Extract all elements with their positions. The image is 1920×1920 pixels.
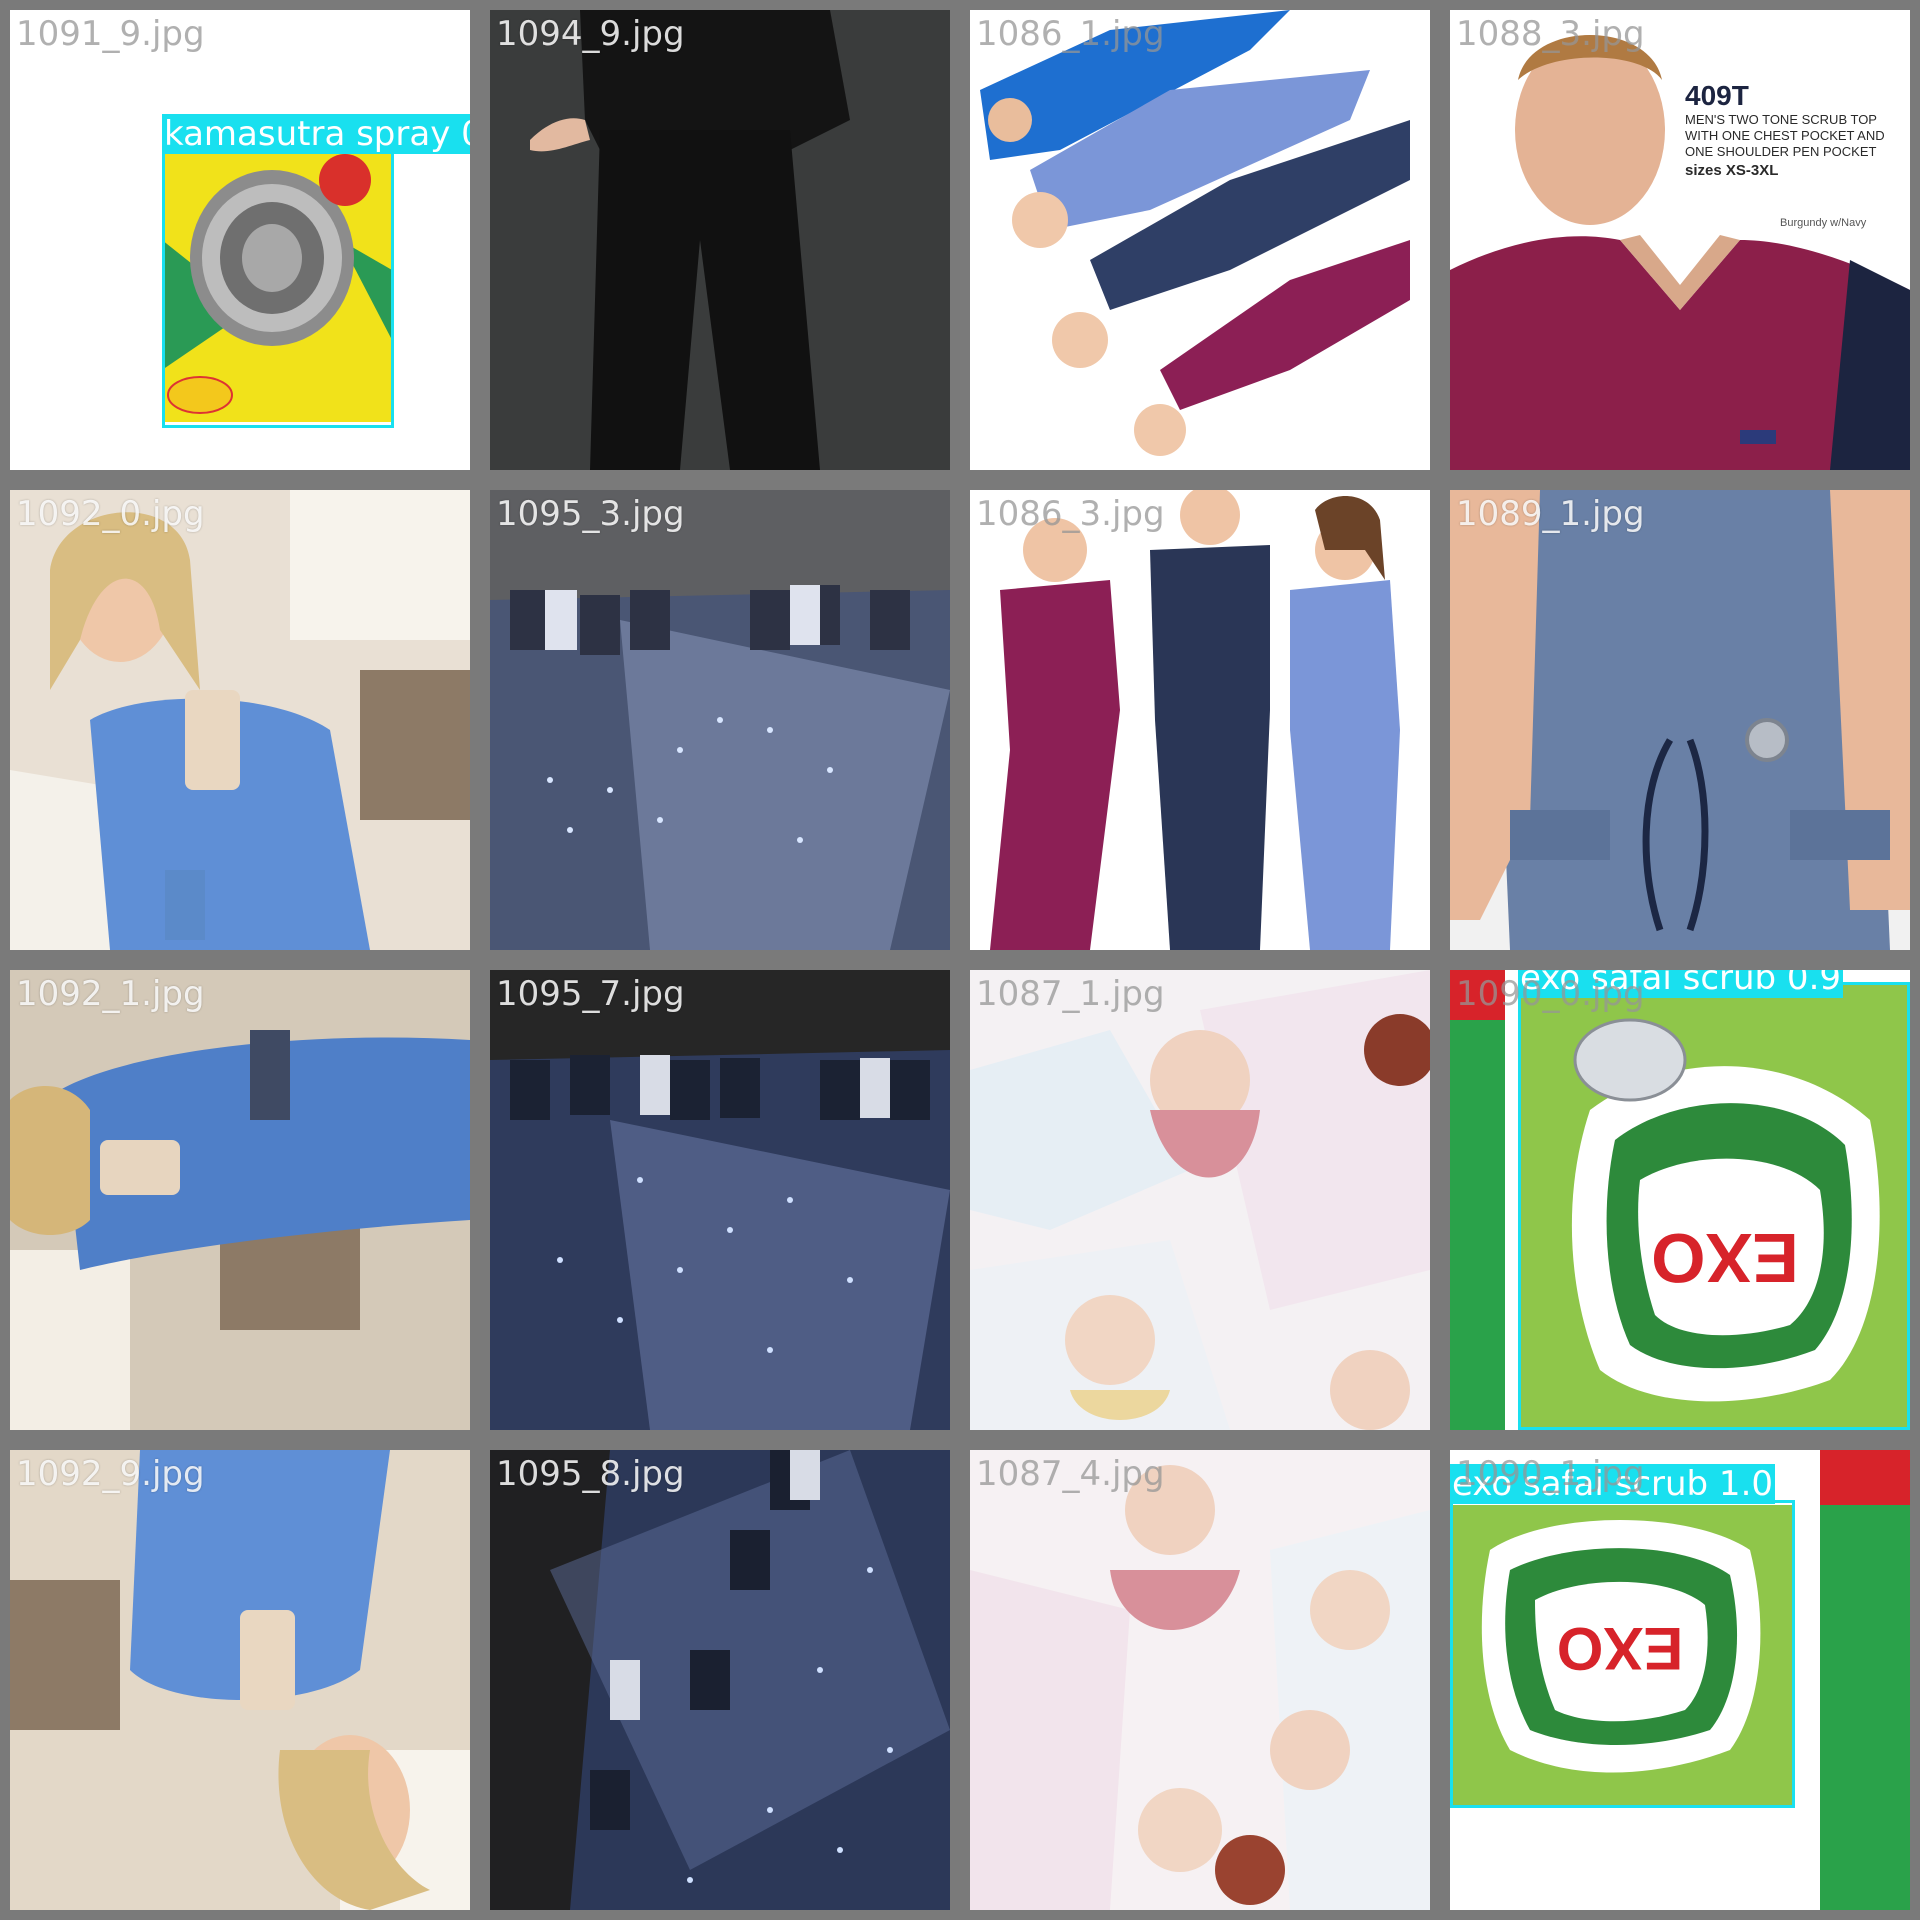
tile-filename: 1095_3.jpg (496, 494, 685, 534)
image-tile[interactable]: 1086_1.jpg (970, 10, 1430, 470)
ad-sizes: sizes XS-3XL (1685, 162, 1779, 179)
tile-filename: 1089_1.jpg (1456, 494, 1645, 534)
tile-filename: 1091_9.jpg (16, 14, 205, 54)
tile-filename: 1087_1.jpg (976, 974, 1165, 1014)
tile-filename: 1086_1.jpg (976, 14, 1165, 54)
group-in-white-shirts-rotated-photo (970, 970, 1430, 1430)
image-tile[interactable]: 1095_3.jpg (490, 490, 950, 950)
image-tile[interactable]: 1092_1.jpg (10, 970, 470, 1430)
image-tile[interactable]: 1086_3.jpg (970, 490, 1430, 950)
tile-filename: 1094_9.jpg (496, 14, 685, 54)
woman-blue-scrubs-selfie-photo (10, 490, 470, 950)
ad-model: 409T (1685, 80, 1749, 111)
image-tile[interactable]: EXO exo safai scrub 1.0 1090_1.jpg (1450, 1450, 1910, 1910)
woman-blue-scrubs-rotated-photo (10, 970, 470, 1430)
image-tile[interactable]: 1094_9.jpg (490, 10, 950, 470)
tile-filename: 1090_1.jpg (1456, 1454, 1645, 1494)
black-scrubs-photo (490, 10, 950, 470)
tile-filename: 1086_3.jpg (976, 494, 1165, 534)
ad-desc-3: ONE SHOULDER PEN POCKET (1685, 144, 1877, 159)
tile-filename: 1092_1.jpg (16, 974, 205, 1014)
tile-filename: 1090_0.jpg (1456, 974, 1645, 1014)
tile-filename: 1095_8.jpg (496, 1454, 685, 1494)
tile-filename: 1088_3.jpg (1456, 14, 1645, 54)
image-tile[interactable]: 1092_9.jpg (10, 1450, 470, 1910)
image-tile[interactable]: 1092_0.jpg (10, 490, 470, 950)
detection-label: kamasutra spray 0.3 (162, 114, 470, 154)
ad-desc-2: WITH ONE CHEST POCKET AND (1685, 128, 1885, 143)
image-tile[interactable]: 1095_8.jpg (490, 1450, 950, 1910)
detection-box (162, 122, 394, 428)
image-tile[interactable]: EXO exo safai scrub 0.9 1090_0.jpg (1450, 970, 1910, 1430)
detection-box (1518, 982, 1910, 1430)
man-in-burgundy-scrub-top-photo (1450, 10, 1910, 470)
group-in-scrubs-rotated-photo (970, 10, 1430, 470)
group-silhouettes-rotated-photo (490, 1450, 950, 1910)
image-tile[interactable]: 1095_7.jpg (490, 970, 950, 1430)
tile-filename: 1092_9.jpg (16, 1454, 205, 1494)
ad-text-block: 409T MEN'S TWO TONE SCRUB TOP WITH ONE C… (1685, 80, 1905, 229)
image-tile[interactable]: 409T MEN'S TWO TONE SCRUB TOP WITH ONE C… (1450, 10, 1910, 470)
group-silhouettes-dark-photo (490, 490, 950, 950)
detection-box (1450, 1500, 1795, 1808)
group-silhouettes-night-photo (490, 970, 950, 1430)
three-women-in-scrubs-photo (970, 490, 1430, 950)
image-tile[interactable]: kamasutra spray 0.3 1091_9.jpg (10, 10, 470, 470)
image-tile[interactable]: 1089_1.jpg (1450, 490, 1910, 950)
ad-desc-1: MEN'S TWO TONE SCRUB TOP (1685, 112, 1877, 127)
image-tile[interactable]: 1087_1.jpg (970, 970, 1430, 1430)
tile-filename: 1095_7.jpg (496, 974, 685, 1014)
ad-color: Burgundy w/Navy (1780, 217, 1867, 229)
image-tile[interactable]: 1087_4.jpg (970, 1450, 1430, 1910)
group-in-white-shirts-flipped-photo (970, 1450, 1430, 1910)
tile-filename: 1092_0.jpg (16, 494, 205, 534)
stethoscope-scrub-closeup-photo (1450, 490, 1910, 950)
tile-filename: 1087_4.jpg (976, 1454, 1165, 1494)
woman-blue-scrubs-flipped-photo (10, 1450, 470, 1910)
image-mosaic-grid: kamasutra spray 0.3 1091_9.jpg 1094_9.jp… (0, 0, 1920, 1920)
